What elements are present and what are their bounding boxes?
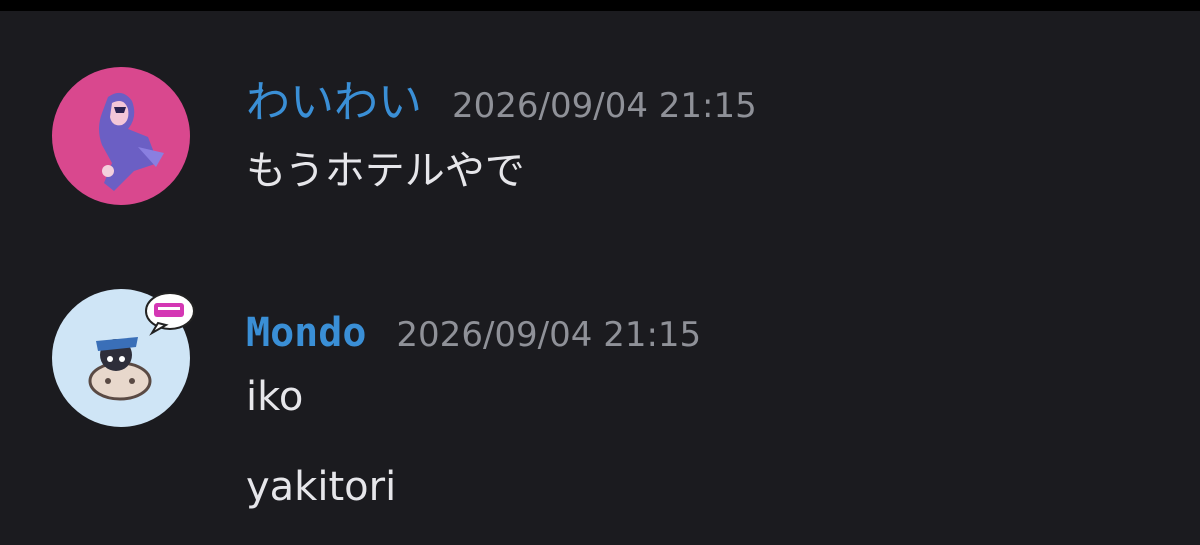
window-top-bar <box>0 0 1200 11</box>
light-blue-avatar-image <box>52 289 195 427</box>
user-avatar-icon[interactable] <box>52 67 190 205</box>
message-text: もうホテルやで <box>246 148 525 194</box>
pink-avatar-image <box>52 67 190 205</box>
username[interactable]: Mondo <box>246 307 366 359</box>
message-text: iko <box>246 374 304 420</box>
timestamp: 2026/09/04 21:15 <box>396 315 702 355</box>
message-text: yakitori <box>246 464 397 510</box>
username[interactable]: わいわい <box>246 77 422 129</box>
chat-log: わいわい 2026/09/04 21:15 もうホテルやで Mondo 2026… <box>0 11 1200 545</box>
user-avatar-icon[interactable] <box>52 289 195 427</box>
timestamp: 2026/09/04 21:15 <box>452 86 757 126</box>
